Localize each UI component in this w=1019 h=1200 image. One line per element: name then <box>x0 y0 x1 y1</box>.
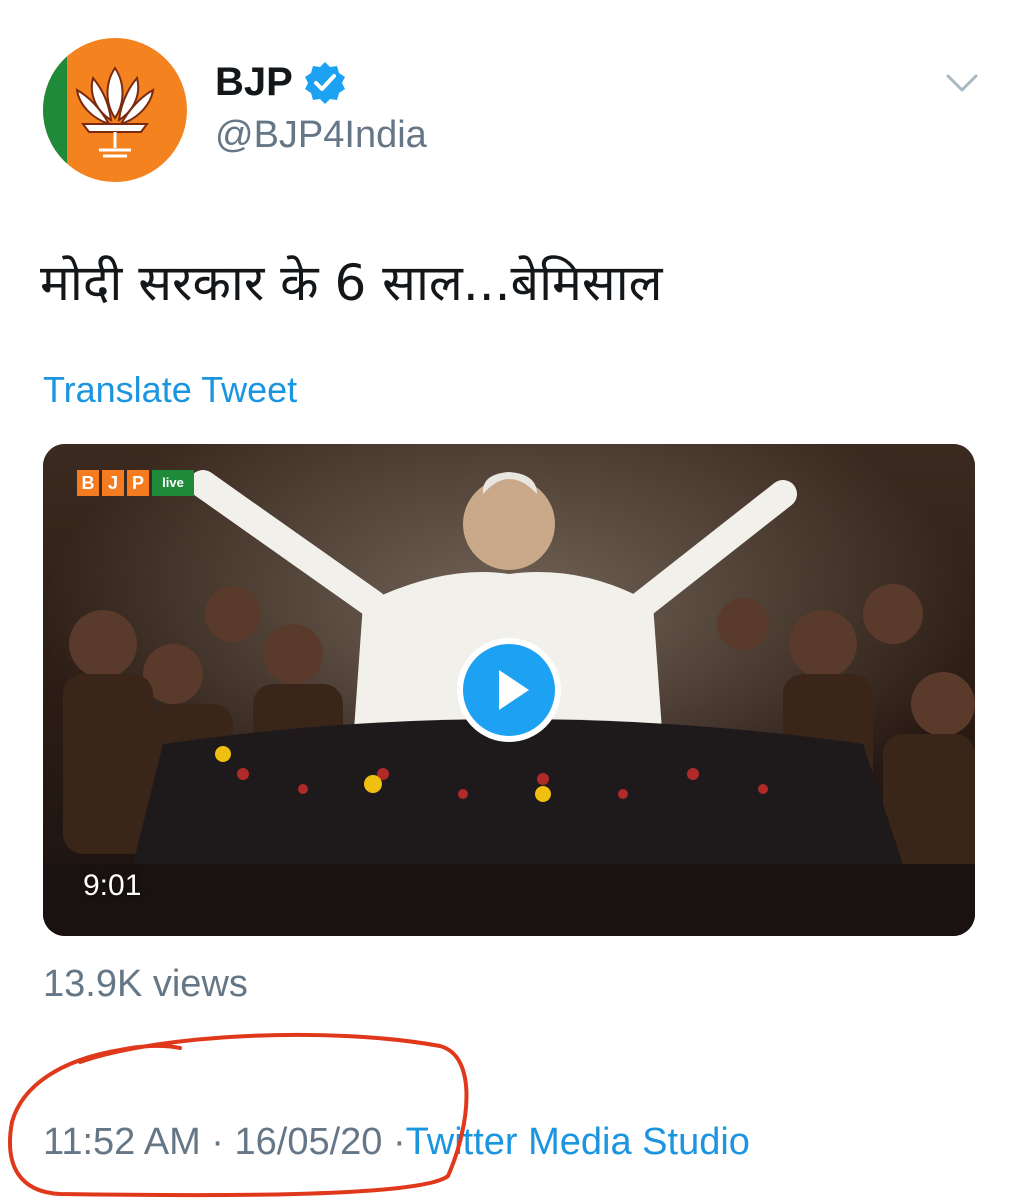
lotus-logo-icon <box>75 66 155 158</box>
avatar[interactable] <box>43 38 187 182</box>
watermark-live: live <box>152 470 194 496</box>
channel-watermark: B J P live <box>77 470 194 498</box>
annotation-circle <box>8 1032 469 1198</box>
chevron-down-icon[interactable] <box>944 68 980 96</box>
verified-badge-icon <box>305 62 345 104</box>
play-button[interactable] <box>457 638 561 742</box>
tweet-text: मोदी सरकार के 6 साल...बेमिसाल <box>40 254 663 312</box>
view-count: 13.9K views <box>43 963 248 1005</box>
video-duration: 9:01 <box>83 869 142 902</box>
video-player[interactable]: B J P live 9:01 <box>43 444 975 936</box>
translate-tweet-link[interactable]: Translate Tweet <box>43 366 297 414</box>
watermark-letter: B <box>77 470 99 496</box>
play-icon <box>499 670 529 710</box>
account-handle[interactable]: @BJP4India <box>215 111 427 159</box>
watermark-letter: J <box>102 470 124 496</box>
display-name[interactable]: BJP <box>215 58 293 106</box>
watermark-letter: P <box>127 470 149 496</box>
